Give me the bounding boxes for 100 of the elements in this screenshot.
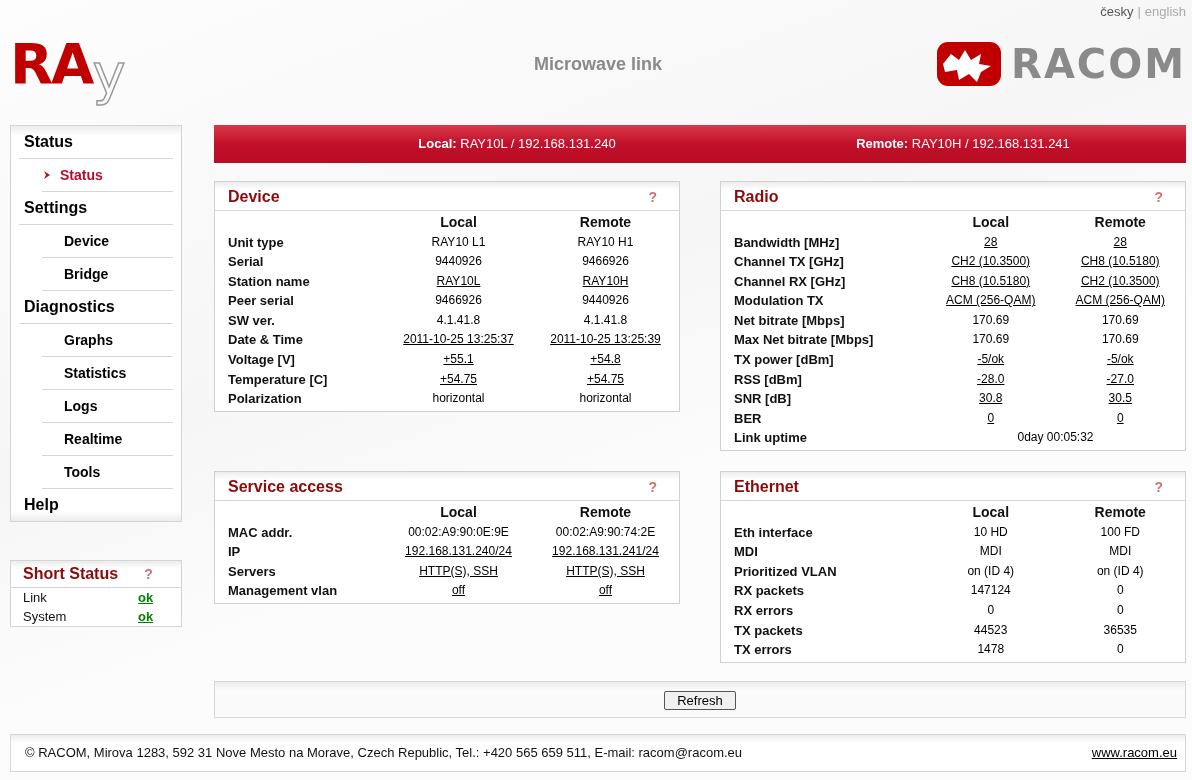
row-label: Modulation TX <box>734 292 825 311</box>
value-text: MDI <box>1109 544 1132 559</box>
value-link[interactable]: CH8 (10.5180) <box>951 273 1031 288</box>
value-link[interactable]: 0 <box>987 410 995 425</box>
column-header: Local <box>971 212 1011 232</box>
value-link[interactable]: 30.5 <box>1108 391 1132 406</box>
row-label: Unit type <box>228 233 285 252</box>
column-header: Remote <box>1093 212 1147 232</box>
value-text: on (ID 4) <box>1096 563 1144 578</box>
value-link[interactable]: CH2 (10.3500) <box>1080 273 1160 288</box>
value-link[interactable]: -5/ok <box>1106 352 1134 367</box>
value-text: 100 FD <box>1100 524 1140 539</box>
panel-title: Service access <box>228 478 343 497</box>
submenu-item[interactable]: Device <box>42 224 173 258</box>
value-link[interactable]: 2011-10-25 13:25:39 <box>550 332 661 347</box>
value-text: 4.1.41.8 <box>436 312 481 327</box>
submenu-item[interactable]: Bridge <box>42 257 173 291</box>
value-link[interactable]: 28 <box>1113 234 1127 249</box>
value-text: 44523 <box>974 622 1008 637</box>
panel-title: Short Status <box>23 564 119 583</box>
status-link[interactable]: ok <box>138 589 154 605</box>
value-text: 9466926 <box>435 293 482 308</box>
value-link[interactable]: +54.75 <box>586 371 624 386</box>
value-link[interactable]: +54.8 <box>590 352 621 367</box>
value-link[interactable]: off <box>451 583 466 598</box>
value-text: horizontal <box>579 391 632 406</box>
logo-text: RA <box>10 36 93 93</box>
value-link[interactable]: 28 <box>984 234 998 249</box>
status-label: Link <box>23 588 48 607</box>
value-link[interactable]: 192.168.131.241/24 <box>552 544 659 559</box>
value-link[interactable]: HTTP(S), SSH <box>419 563 498 578</box>
row-label: Channel RX [GHz] <box>734 272 847 291</box>
value-link[interactable]: ACM (256-QAM) <box>1075 293 1165 308</box>
value-text: 0day 00:05:32 <box>1017 430 1094 445</box>
row-label: Servers <box>228 562 277 581</box>
footer-text: © RACOM, Mirova 1283, 592 31 Nove Mesto na Morave, Czech Republic, Tel.: +420 565 659 511, E-mail: racom@racom.eu <box>25 745 743 761</box>
menu-item[interactable]: Diagnostics <box>19 290 173 324</box>
row-label: RSS [dBm] <box>734 370 803 389</box>
separator: | <box>1137 4 1141 21</box>
column-header: Local <box>971 503 1011 523</box>
value-link[interactable]: 192.168.131.240/24 <box>405 544 512 559</box>
value-text: 00:02:A9:90:74:2E <box>555 524 656 539</box>
value-text: 0 <box>987 603 995 617</box>
value-link[interactable]: +54.75 <box>439 371 477 386</box>
row-label: Date & Time <box>228 331 304 350</box>
column-header: Remote <box>1093 503 1147 523</box>
status-link[interactable]: ok <box>138 608 154 624</box>
value-link[interactable]: CH8 (10.5180) <box>1080 254 1160 269</box>
value-link[interactable]: RAY10L <box>436 273 481 288</box>
value-text: 4.1.41.8 <box>583 312 628 327</box>
menu-item[interactable]: Status <box>19 125 173 159</box>
value-link[interactable]: 0 <box>1116 410 1124 425</box>
value-text: 1478 <box>977 642 1005 657</box>
row-label: IP <box>228 543 242 562</box>
panel-title: Radio <box>734 187 779 206</box>
value-link[interactable]: 2011-10-25 13:25:37 <box>403 332 514 347</box>
value-link[interactable]: 30.8 <box>979 391 1003 406</box>
value-text: 147124 <box>970 583 1011 598</box>
submenu-item[interactable]: Realtime <box>42 422 173 456</box>
value-text: 0 <box>1116 603 1124 617</box>
row-label: SNR [dB] <box>734 390 793 409</box>
value-link[interactable]: RAY10H <box>582 273 629 288</box>
value-text: horizontal <box>432 391 485 406</box>
menu-item[interactable]: Settings <box>19 191 173 225</box>
submenu-item[interactable]: Statistics <box>42 356 173 390</box>
value-link[interactable]: ACM (256-QAM) <box>946 293 1036 308</box>
value-text: 00:02:A9:90:0E:9E <box>408 524 509 539</box>
value-link[interactable]: -5/ok <box>977 352 1005 367</box>
row-label: Serial <box>228 253 265 272</box>
refresh-button[interactable]: Refresh <box>664 690 736 710</box>
brand-name: RACOM <box>1011 41 1186 88</box>
value-link[interactable]: -27.0 <box>1106 371 1134 386</box>
submenu-item[interactable]: Status <box>42 158 173 192</box>
row-label: Bandwidth [MHz] <box>734 233 841 252</box>
language-link[interactable]: česky <box>1100 4 1134 22</box>
remote-station: Remote: RAY10H / 192.168.131.241 <box>855 136 1071 152</box>
row-label: Voltage [V] <box>228 351 296 370</box>
column-header: Local <box>439 503 478 523</box>
value-link[interactable]: CH2 (10.3500) <box>951 254 1031 269</box>
value-text: 9440926 <box>582 293 629 308</box>
row-label: Peer serial <box>228 292 295 311</box>
value-link[interactable]: +55.1 <box>443 352 474 367</box>
menu-item[interactable]: Help <box>19 488 173 521</box>
row-label: Channel TX [GHz] <box>734 253 845 272</box>
website-link[interactable]: www.racom.eu <box>1091 745 1177 761</box>
value-text: RAY10 H1 <box>577 234 634 249</box>
submenu-item[interactable]: Tools <box>42 455 173 489</box>
panel-title: Device <box>228 187 280 206</box>
row-label: TX errors <box>734 641 793 660</box>
value-link[interactable]: HTTP(S), SSH <box>566 563 645 578</box>
status-label: System <box>23 607 68 626</box>
value-link[interactable]: -28.0 <box>977 371 1005 386</box>
submenu-item[interactable]: Logs <box>42 389 173 423</box>
submenu-item[interactable]: Graphs <box>42 323 173 357</box>
panel-title: Ethernet <box>734 478 799 497</box>
value-text: 170.69 <box>1101 312 1139 327</box>
value-text: 170.69 <box>1101 332 1139 347</box>
value-text: 36535 <box>1103 622 1137 637</box>
value-link[interactable]: off <box>598 583 613 598</box>
value-text: 10 HD <box>973 524 1008 539</box>
